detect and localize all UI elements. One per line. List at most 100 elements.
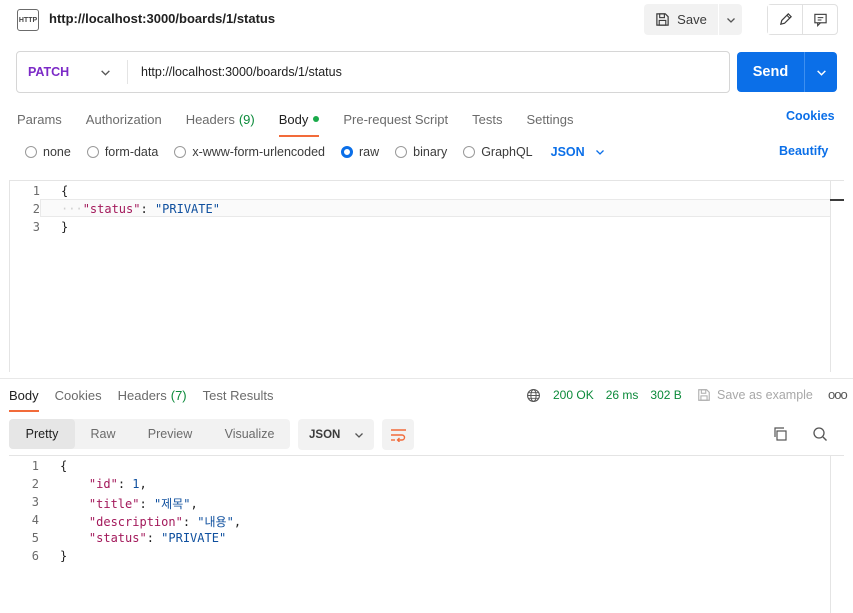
code-line: } [60,549,68,563]
scroll-position-marker [830,199,844,201]
response-format-select[interactable]: JSON [298,419,374,450]
radio-x-www-form-urlencoded[interactable]: x-www-form-urlencoded [174,145,325,159]
send-button-group: Send [737,52,837,92]
method-label: PATCH [28,65,70,79]
radio-circle [25,146,37,158]
code-line: "title": "제목", [88,497,198,511]
comment-icon [813,13,827,27]
search-icon[interactable] [812,426,828,445]
chevron-down-icon [101,70,110,76]
save-icon [698,389,710,401]
status-code[interactable]: 200 OK [553,388,594,402]
save-as-example-button[interactable]: Save as example [697,386,813,404]
pencil-icon [779,13,792,26]
beautify-link[interactable]: Beautify [779,144,828,158]
tab-settings[interactable]: Settings [526,108,573,130]
request-body-editor[interactable]: 1 2 3 { ···"status": "PRIVATE" } [9,180,844,372]
chevron-down-icon [726,17,735,23]
view-preview[interactable]: Preview [131,419,209,449]
radio-raw[interactable]: raw [341,145,379,159]
radio-none[interactable]: none [25,145,71,159]
response-body-viewer[interactable]: 1 2 3 4 5 6 { "id": 1, "title": "제목", "d… [9,455,844,613]
request-title[interactable]: http://localhost:3000/boards/1/status [49,11,275,26]
tab-pre-request-script[interactable]: Pre-request Script [343,108,448,130]
save-options-button[interactable] [718,4,742,35]
radio-circle [395,146,408,158]
comments-button[interactable] [803,5,837,34]
radio-binary[interactable]: binary [395,145,447,159]
response-tab-headers[interactable]: Headers (7) [118,385,187,405]
save-icon [656,13,669,26]
copy-icon[interactable] [772,426,788,445]
body-format-select[interactable]: JSON [551,145,605,159]
line-number: 3 [32,220,40,234]
pane-divider[interactable] [0,378,853,379]
response-tabs: Body Cookies Headers (7) Test Results [9,385,289,412]
response-time[interactable]: 26 ms [606,388,639,402]
save-button-group: Save [644,4,742,35]
body-type-options: none form-data x-www-form-urlencoded raw… [25,143,605,161]
response-view-switcher: Pretty Raw Preview Visualize [9,419,290,449]
globe-icon[interactable] [526,388,541,403]
line-number: 5 [31,531,39,545]
code-line: { [61,184,69,198]
send-button[interactable]: Send [737,52,804,92]
tab-authorization[interactable]: Authorization [86,108,162,130]
response-status: 200 OK 26 ms 302 B [526,386,682,404]
chevron-down-icon [816,69,826,76]
tab-body[interactable]: Body [278,108,320,137]
line-number: 3 [31,495,39,509]
body-modified-dot [313,116,320,122]
tab-params[interactable]: Params [17,108,62,130]
view-toggle-group [767,4,838,35]
code-line: ···"status": "PRIVATE" [61,202,220,216]
view-pretty[interactable]: Pretty [9,419,75,449]
tab-headers[interactable]: Headers (9) [186,108,255,130]
code-line: "id": 1, [88,477,147,491]
wrap-lines-icon [390,428,406,442]
request-tabs: Params Authorization Headers (9) Body Pre… [17,108,597,137]
radio-circle [463,146,476,158]
response-size[interactable]: 302 B [650,388,681,402]
line-number: 6 [31,549,39,563]
url-input[interactable] [141,52,721,92]
response-tab-test-results[interactable]: Test Results [203,385,274,405]
method-select[interactable]: PATCH [17,52,127,92]
view-visualize[interactable]: Visualize [209,419,290,449]
line-number: 2 [31,477,39,491]
line-number: 2 [32,202,40,216]
line-number: 1 [31,459,39,473]
radio-circle [86,146,99,158]
save-button[interactable]: Save [644,4,718,35]
view-raw[interactable]: Raw [75,419,131,449]
headers-count: (9) [238,111,255,127]
chevron-down-icon [595,150,604,155]
radio-form-data[interactable]: form-data [86,145,158,159]
edit-button[interactable] [768,5,803,34]
divider [127,60,128,84]
tab-tests[interactable]: Tests [472,108,502,130]
more-options-icon[interactable]: ooo [828,387,848,402]
response-tab-cookies[interactable]: Cookies [55,385,102,405]
code-line: } [61,220,69,234]
code-line: "description": "내용", [88,515,242,529]
response-headers-count: (7) [170,387,187,403]
code-line: { [60,459,68,473]
indent-guide: ··· [61,202,83,216]
code-line: "status": "PRIVATE" [88,531,227,545]
url-bar: PATCH [16,51,730,93]
radio-circle [174,146,187,158]
chevron-down-icon [355,432,364,438]
send-options-button[interactable] [804,52,837,92]
save-label: Save [677,12,707,27]
http-icon: HTTP [17,9,39,31]
response-tab-body[interactable]: Body [9,385,39,412]
line-number: 1 [32,184,40,198]
line-number: 4 [31,513,39,527]
radio-circle-selected [341,146,353,158]
radio-graphql[interactable]: GraphQL [463,145,533,159]
cookies-link[interactable]: Cookies [786,109,835,123]
wrap-lines-button[interactable] [382,419,414,450]
editor-scrollbar[interactable] [830,181,844,372]
response-scrollbar[interactable] [830,456,844,613]
